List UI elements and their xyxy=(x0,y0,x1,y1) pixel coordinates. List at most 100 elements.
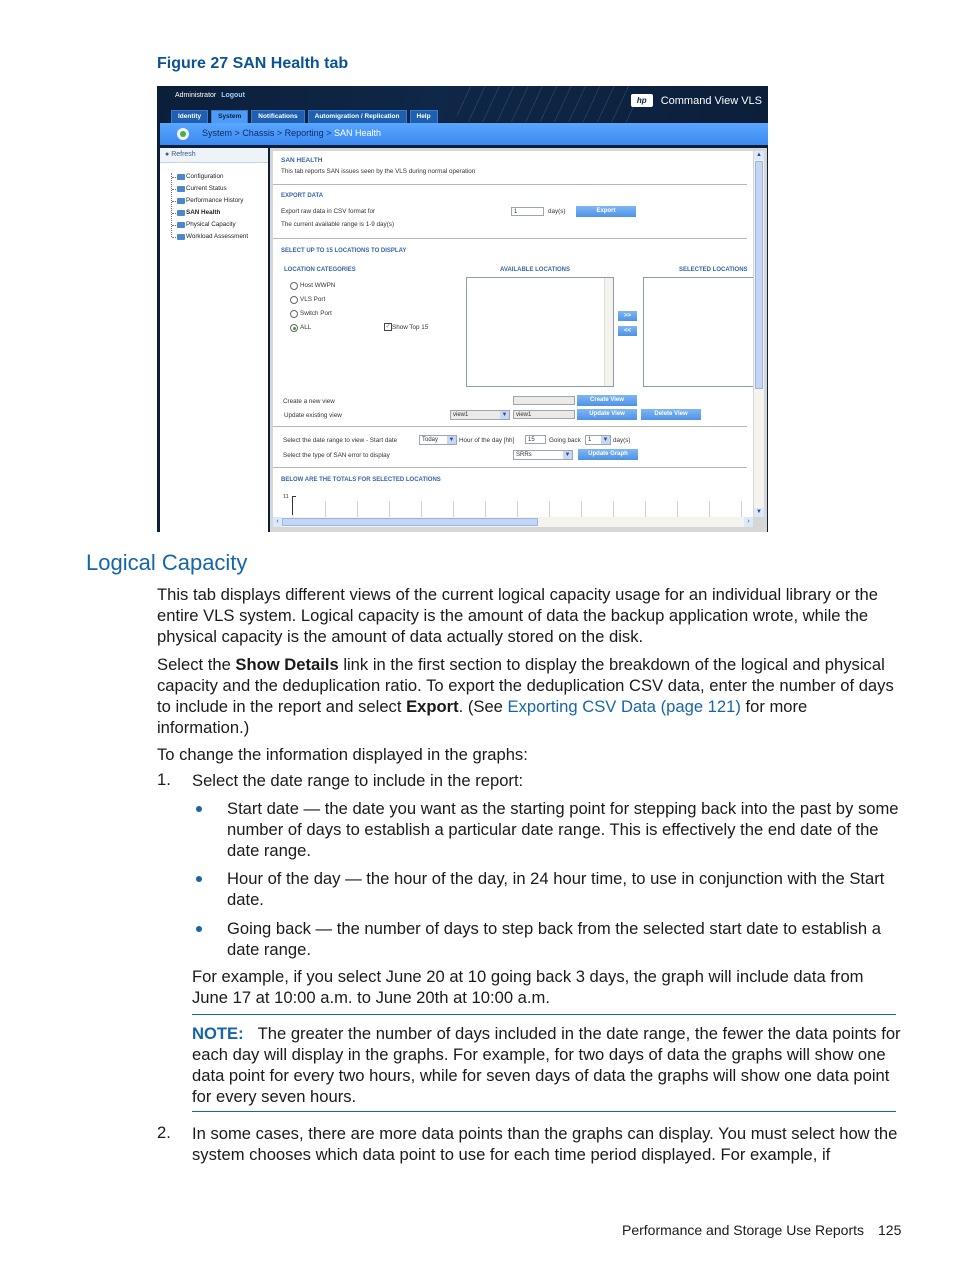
error-type-select[interactable]: SRRs ▼ xyxy=(513,450,573,460)
tab-help[interactable]: Help xyxy=(409,110,438,123)
selected-locations-list[interactable] xyxy=(643,277,753,387)
tab-notifications[interactable]: Notifications xyxy=(251,110,305,123)
graph-gridline xyxy=(325,501,326,517)
remove-location-button[interactable]: << xyxy=(618,326,637,336)
graph-gridline xyxy=(517,501,518,517)
export-label: Export raw data in CSV format for xyxy=(281,208,376,215)
scroll-up-icon[interactable]: ▲ xyxy=(754,151,764,160)
main-pane: SAN HEALTH This tab reports SAN issues s… xyxy=(270,148,767,532)
hour-label: Hour of the day [hh] xyxy=(459,437,515,444)
note-label: NOTE: xyxy=(192,1024,244,1043)
update-view-button[interactable]: Update View xyxy=(577,409,637,420)
sidebar: ● Refresh Configuration Current Status P… xyxy=(160,148,268,532)
bullet-icon xyxy=(196,876,202,882)
graph-gridline xyxy=(549,501,550,517)
create-view-input[interactable] xyxy=(513,396,575,405)
bullet-icon xyxy=(196,926,202,932)
select-value: view1 xyxy=(453,412,469,418)
app-header: Administrator Logout hp Command View VLS… xyxy=(157,86,768,123)
tab-system[interactable]: System xyxy=(211,110,249,123)
text: Select the xyxy=(157,655,236,674)
folder-icon xyxy=(177,174,185,180)
radio-label: Switch Port xyxy=(300,310,332,317)
sidebar-item-configuration[interactable]: Configuration xyxy=(168,171,268,183)
sidebar-item-label: Configuration xyxy=(186,173,224,180)
sidebar-item-current-status[interactable]: Current Status xyxy=(168,183,268,195)
add-location-button[interactable]: >> xyxy=(618,311,637,321)
hp-logo-icon: hp xyxy=(630,94,653,107)
radio-host-wwpn[interactable] xyxy=(290,282,298,290)
page-number: 125 xyxy=(878,1222,902,1238)
radio-vls-port[interactable] xyxy=(290,296,298,304)
exporting-csv-link[interactable]: Exporting CSV Data (page 121) xyxy=(508,697,741,716)
available-locations-list[interactable] xyxy=(466,277,614,387)
radio-label: ALL xyxy=(300,324,312,331)
breadcrumb: System > Chassis > Reporting > SAN Healt… xyxy=(202,128,381,138)
update-view-name-input[interactable]: view1 xyxy=(513,410,575,419)
tab-automigration-replication[interactable]: Automigration / Replication xyxy=(307,110,407,123)
refresh-button[interactable]: ● Refresh xyxy=(160,148,268,163)
page-title: SAN HEALTH xyxy=(281,157,323,164)
create-view-label: Create a new view xyxy=(283,398,335,405)
sidebar-item-label: Workload Assessment xyxy=(186,233,249,240)
reporting-tree: Configuration Current Status Performance… xyxy=(160,163,268,243)
location-categories-header: LOCATION CATEGORIES xyxy=(284,267,356,273)
graph-gridline xyxy=(485,501,486,517)
example-paragraph: For example, if you select June 20 at 10… xyxy=(192,967,864,1007)
refresh-icon: ● xyxy=(165,151,170,158)
scroll-down-icon[interactable]: ▼ xyxy=(754,508,764,517)
radio-all[interactable] xyxy=(290,324,298,332)
brand: hp Command View VLS xyxy=(630,94,762,107)
sidebar-item-san-health[interactable]: SAN Health xyxy=(168,207,268,219)
bullet-hour-of-day: Hour of the day — the hour of the day, i… xyxy=(227,869,885,909)
show-top-checkbox[interactable]: ✓ xyxy=(384,323,392,331)
scroll-right-icon[interactable]: › xyxy=(744,517,753,527)
export-button[interactable]: Export xyxy=(576,206,636,217)
folder-icon xyxy=(177,222,185,228)
graph-gridline xyxy=(453,501,454,517)
export-days-input[interactable]: 1 xyxy=(511,207,544,216)
sidebar-item-label: Physical Capacity xyxy=(186,221,236,228)
create-view-button[interactable]: Create View xyxy=(577,395,637,406)
note: NOTE: The greater the number of days incl… xyxy=(192,1023,902,1107)
status-ok-icon xyxy=(177,128,189,140)
hour-input[interactable]: 15 xyxy=(525,435,546,444)
existing-view-select[interactable]: view1 ▼ xyxy=(450,410,510,420)
going-back-unit: day(s) xyxy=(613,437,631,444)
folder-icon xyxy=(177,210,185,216)
logout-link[interactable]: Logout xyxy=(221,92,245,99)
folder-icon xyxy=(177,234,185,240)
breadcrumb-separator: > xyxy=(276,128,283,138)
export-term: Export xyxy=(406,697,459,716)
scroll-left-icon[interactable]: ‹ xyxy=(273,517,282,527)
breadcrumb-system[interactable]: System xyxy=(202,128,232,138)
breadcrumb-reporting[interactable]: Reporting xyxy=(285,128,324,138)
scroll-thumb[interactable] xyxy=(282,518,538,526)
delete-view-button[interactable]: Delete View xyxy=(641,409,701,420)
radio-switch-port[interactable] xyxy=(290,310,298,318)
note-text: The greater the number of days included … xyxy=(192,1024,901,1106)
select-value: 1 xyxy=(588,437,592,443)
tab-identity[interactable]: Identity xyxy=(171,110,209,123)
sidebar-item-physical-capacity[interactable]: Physical Capacity xyxy=(168,219,268,231)
breadcrumb-chassis[interactable]: Chassis xyxy=(242,128,274,138)
folder-icon xyxy=(177,198,185,204)
vertical-scrollbar[interactable]: ▲ ▼ xyxy=(754,151,764,517)
sidebar-item-performance-history[interactable]: Performance History xyxy=(168,195,268,207)
graph-axis xyxy=(292,496,296,515)
select-value: SRRs xyxy=(516,452,532,458)
horizontal-scrollbar[interactable]: ‹ › xyxy=(273,517,753,527)
graph-gridline xyxy=(389,501,390,517)
divider xyxy=(273,426,747,427)
going-back-select[interactable]: 1 ▼ xyxy=(585,435,611,445)
refresh-label: Refresh xyxy=(171,151,196,158)
update-graph-button[interactable]: Update Graph xyxy=(578,449,638,460)
sidebar-item-workload-assessment[interactable]: Workload Assessment xyxy=(168,231,268,243)
chevron-down-icon: ▼ xyxy=(500,411,509,419)
figure-caption: Figure 27 SAN Health tab xyxy=(157,55,349,72)
scroll-thumb[interactable] xyxy=(755,161,763,389)
list-scrollbar[interactable] xyxy=(604,278,613,386)
step-text: In some cases, there are more data point… xyxy=(192,1124,898,1164)
start-date-select[interactable]: Today ▼ xyxy=(419,435,457,445)
graphs-intro: To change the information displayed in t… xyxy=(157,745,528,764)
